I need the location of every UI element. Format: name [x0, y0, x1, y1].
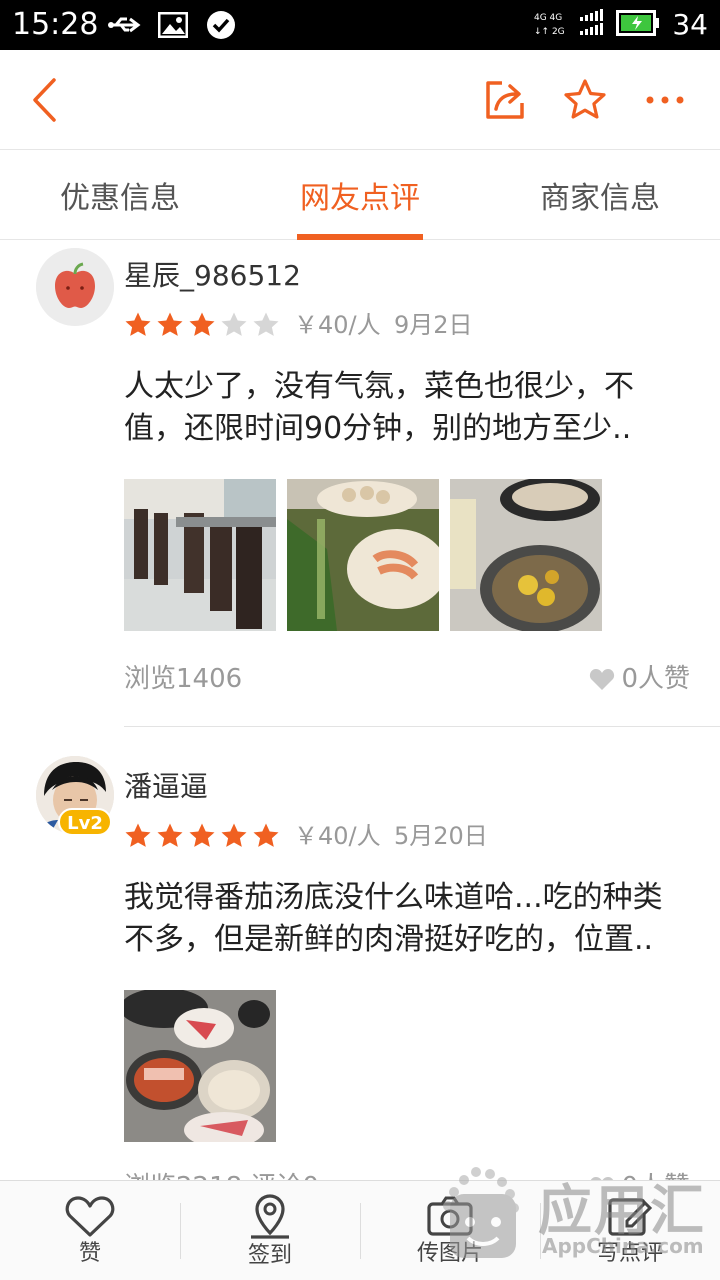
- review-text-line: 不多，但是新鲜的肉滑挺好吃的，位置..: [124, 922, 654, 957]
- status-bar: 15:28 4G 4G ↓↑ 2G 34: [0, 0, 720, 50]
- status-time: 15:28: [12, 7, 99, 42]
- review-text-line: 值，还限时间90分钟，别的地方至少..: [124, 411, 632, 446]
- tab-deals[interactable]: 优惠信息: [0, 150, 240, 240]
- star-filled-icon: [253, 823, 279, 847]
- status-notification-icons: [108, 10, 238, 40]
- like-button[interactable]: 赞: [0, 1181, 180, 1280]
- like-label: 赞: [78, 1241, 101, 1266]
- active-tab-indicator: [297, 234, 423, 240]
- review-text[interactable]: 我觉得番茄汤底没什么味道哈...吃的种类 不多，但是新鲜的肉滑挺好吃的，位置..: [124, 877, 694, 961]
- appchina-logo-icon: [443, 1167, 519, 1258]
- battery-icon: [616, 10, 660, 40]
- network-signal-icon: 4G 4G ↓↑ 2G: [534, 9, 604, 41]
- checkin-label: 签到: [247, 1243, 292, 1268]
- review-text-line: 人太少了，没有气氛，菜色也很少，不: [124, 369, 634, 404]
- star-empty-icon: [253, 312, 279, 336]
- check-circle-icon: [204, 10, 238, 40]
- divider: [124, 726, 720, 727]
- review-photo[interactable]: [124, 990, 276, 1142]
- apple-avatar-icon: [36, 248, 114, 326]
- battery-level: 34: [672, 8, 708, 41]
- heart-icon: [590, 669, 615, 690]
- chevron-left-icon: [33, 78, 56, 122]
- star-filled-icon: [157, 823, 183, 847]
- rating-stars: [124, 822, 280, 850]
- usb-icon: [108, 10, 142, 40]
- user-level-badge: Lv2: [58, 808, 112, 836]
- avatar[interactable]: [36, 248, 114, 326]
- favorite-button[interactable]: [560, 75, 610, 125]
- share-icon: [486, 81, 524, 119]
- review-like-button[interactable]: 0人赞: [589, 664, 690, 694]
- review-price: ￥40/人: [294, 822, 381, 850]
- more-dots-icon: [646, 96, 684, 104]
- share-button[interactable]: [480, 75, 530, 125]
- star-filled-icon: [125, 312, 151, 336]
- review-like-count: 0人赞: [621, 664, 690, 694]
- review-photo[interactable]: [450, 479, 602, 631]
- status-right: 4G 4G ↓↑ 2G 34: [534, 8, 708, 42]
- star-filled-icon: [189, 312, 215, 336]
- tab-reviews[interactable]: 网友点评: [240, 150, 480, 240]
- star-empty-icon: [221, 312, 247, 336]
- star-filled-icon: [125, 823, 151, 847]
- review-text[interactable]: 人太少了，没有气氛，菜色也很少，不 值，还限时间90分钟，别的地方至少..: [124, 366, 694, 450]
- review-username[interactable]: 星辰_986512: [124, 259, 301, 293]
- watermark-logo: 应用汇 AppChina.com: [430, 1160, 720, 1270]
- checkin-button[interactable]: 签到: [180, 1181, 360, 1280]
- tab-merchant-info[interactable]: 商家信息: [480, 150, 720, 240]
- star-filled-icon: [221, 823, 247, 847]
- review-price: ￥40/人: [294, 311, 381, 339]
- review-date: 5月20日: [394, 822, 488, 850]
- location-pin-icon: [251, 1194, 289, 1239]
- more-button[interactable]: [640, 75, 690, 125]
- review-views: 浏览1406: [124, 664, 243, 694]
- review-photo[interactable]: [124, 479, 276, 631]
- svg-text:↓↑ 2G: ↓↑ 2G: [534, 27, 565, 37]
- back-button[interactable]: [20, 75, 70, 125]
- top-navigation-bar: [0, 50, 720, 150]
- star-outline-icon: [564, 79, 606, 119]
- review-photo[interactable]: [287, 479, 439, 631]
- tab-bar: 优惠信息 网友点评 商家信息: [0, 150, 720, 240]
- review-username[interactable]: 潘逼逼: [124, 770, 208, 804]
- rating-stars: [124, 311, 280, 339]
- review-date: 9月2日: [394, 311, 473, 339]
- image-icon: [156, 10, 190, 40]
- review-text-line: 我觉得番茄汤底没什么味道哈...吃的种类: [124, 880, 663, 915]
- watermark-subtitle: AppChina.com: [542, 1234, 704, 1258]
- svg-text:4G 4G: 4G 4G: [534, 13, 562, 23]
- heart-outline-icon: [65, 1196, 115, 1237]
- star-filled-icon: [157, 312, 183, 336]
- star-filled-icon: [189, 823, 215, 847]
